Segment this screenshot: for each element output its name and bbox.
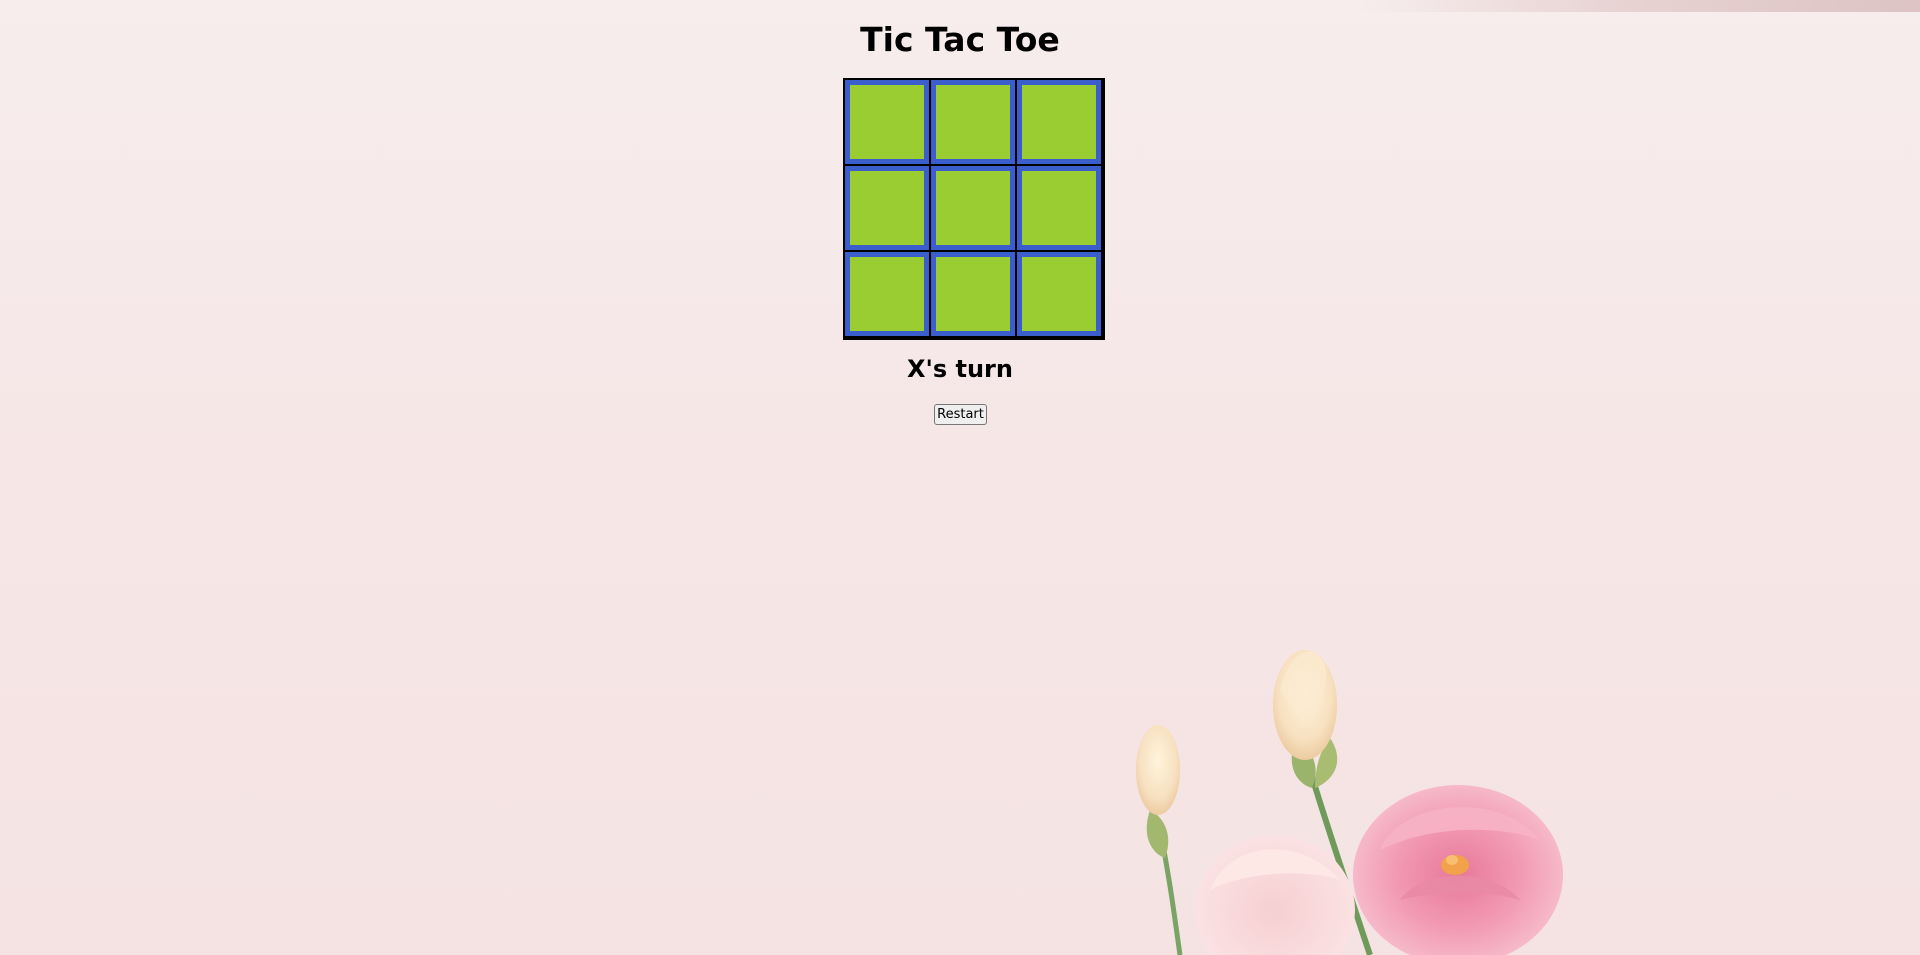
game-board	[843, 78, 1105, 340]
turn-status: X's turn	[907, 355, 1013, 383]
board-cell-1[interactable]	[931, 80, 1015, 164]
board-cell-4[interactable]	[931, 166, 1015, 250]
board-cell-0[interactable]	[845, 80, 929, 164]
board-cell-7[interactable]	[931, 252, 1015, 336]
page-title: Tic Tac Toe	[860, 20, 1060, 59]
board-cell-5[interactable]	[1017, 166, 1101, 250]
board-cell-2[interactable]	[1017, 80, 1101, 164]
restart-button[interactable]: Restart	[934, 404, 987, 425]
background-streak	[1360, 0, 1920, 12]
board-cell-8[interactable]	[1017, 252, 1101, 336]
board-cell-3[interactable]	[845, 166, 929, 250]
board-cell-6[interactable]	[845, 252, 929, 336]
flower-decoration	[1136, 650, 1563, 955]
